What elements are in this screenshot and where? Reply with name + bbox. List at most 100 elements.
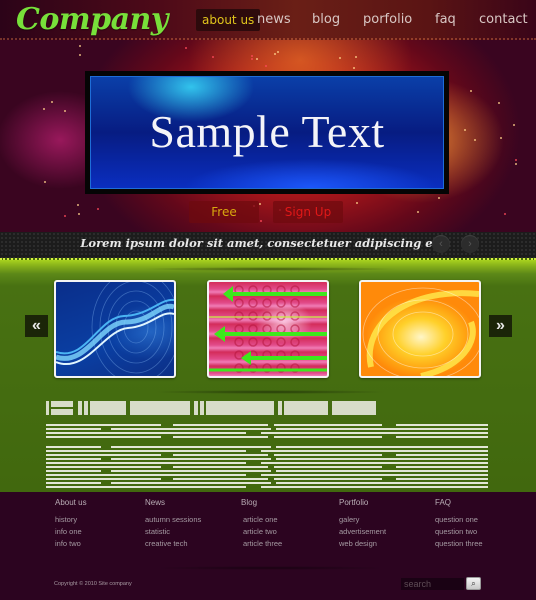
orange-swirl-thumbnail[interactable] bbox=[359, 280, 481, 378]
double-chevron-left-icon: « bbox=[32, 317, 41, 334]
footer-column-portfolio: Portfolio galery advertisement web desig… bbox=[339, 498, 386, 550]
footer-column-blog: Blog article one article two article thr… bbox=[241, 498, 282, 550]
sparkle bbox=[259, 203, 261, 205]
company-logo[interactable]: Company bbox=[16, 2, 168, 37]
pattern-circle bbox=[262, 324, 272, 334]
pattern-circle bbox=[248, 337, 258, 347]
blue-wave-graphic bbox=[56, 282, 174, 376]
sparkle bbox=[51, 101, 53, 103]
pattern-circle bbox=[234, 324, 244, 334]
tagline-prev-button[interactable]: ‹ bbox=[432, 235, 450, 253]
text-line bbox=[46, 424, 161, 426]
search-button[interactable]: ⌕ bbox=[466, 577, 481, 590]
footer-link[interactable]: web design bbox=[339, 538, 386, 550]
text-line bbox=[396, 424, 488, 426]
text-line bbox=[261, 432, 488, 434]
heading-glyph-block bbox=[84, 401, 88, 415]
footer-heading: FAQ bbox=[435, 498, 452, 507]
nav-item-faq[interactable]: faq bbox=[435, 9, 456, 31]
nav-item-news[interactable]: news bbox=[257, 9, 291, 31]
footer-link[interactable]: advertisement bbox=[339, 526, 386, 538]
text-line bbox=[261, 450, 488, 452]
footer-link[interactable]: galery bbox=[339, 514, 386, 526]
pattern-circle bbox=[248, 311, 258, 321]
text-line bbox=[261, 462, 488, 464]
text-line bbox=[111, 482, 271, 484]
footer-link[interactable]: article three bbox=[241, 538, 282, 550]
footer-link[interactable]: history bbox=[55, 514, 87, 526]
magnifier-icon: ⌕ bbox=[471, 579, 476, 588]
text-line bbox=[396, 436, 488, 438]
footer-link[interactable]: creative tech bbox=[145, 538, 201, 550]
footer-link[interactable]: info two bbox=[55, 538, 87, 550]
nav-item-blog[interactable]: blog bbox=[312, 9, 340, 31]
footer-link[interactable]: question three bbox=[435, 538, 483, 550]
text-line bbox=[46, 454, 161, 456]
text-line bbox=[46, 450, 246, 452]
pattern-circle bbox=[262, 298, 272, 308]
heading-glyph-block bbox=[332, 401, 376, 415]
pink-arrows-thumbnail[interactable] bbox=[207, 280, 329, 378]
sparkle bbox=[251, 58, 253, 60]
copyright-text: Copyright © 2010 Site company bbox=[54, 581, 132, 587]
text-line bbox=[46, 432, 246, 434]
sparkle bbox=[251, 55, 253, 57]
footer-link[interactable]: article two bbox=[241, 526, 282, 538]
text-line bbox=[276, 446, 488, 448]
blue-wave-thumbnail[interactable] bbox=[54, 280, 176, 378]
heading-glyph-block bbox=[46, 401, 49, 415]
sparkle bbox=[353, 67, 355, 69]
text-line bbox=[276, 482, 488, 484]
text-line bbox=[46, 470, 101, 472]
top-navigation-bar: Company about us news blog porfolio faq … bbox=[0, 0, 536, 40]
text-line bbox=[46, 466, 161, 468]
sparkle bbox=[44, 181, 46, 183]
tagline-next-button[interactable]: › bbox=[461, 235, 479, 253]
text-line bbox=[173, 436, 268, 438]
footer-heading: About us bbox=[55, 498, 87, 507]
nav-item-contact[interactable]: contact bbox=[479, 9, 528, 31]
heading-glyph-block bbox=[200, 401, 204, 415]
text-line bbox=[46, 462, 246, 464]
text-line bbox=[276, 458, 488, 460]
search-input[interactable] bbox=[401, 578, 464, 590]
sign-up-button[interactable]: Sign Up bbox=[273, 201, 343, 223]
text-line bbox=[46, 474, 246, 476]
heading-glyph-block bbox=[130, 401, 190, 415]
heading-glyph-block bbox=[90, 401, 126, 415]
pattern-circle bbox=[248, 324, 258, 334]
heading-glyph-block bbox=[284, 401, 328, 415]
footer-link[interactable]: question one bbox=[435, 514, 483, 526]
text-line bbox=[111, 470, 271, 472]
text-line bbox=[274, 478, 382, 480]
sparkle bbox=[260, 220, 262, 222]
pattern-circle bbox=[234, 311, 244, 321]
text-line bbox=[111, 458, 271, 460]
footer-link[interactable]: statistic bbox=[145, 526, 201, 538]
nav-item-porfolio[interactable]: porfolio bbox=[363, 9, 412, 31]
footer-link[interactable]: info one bbox=[55, 526, 87, 538]
divider-shadow bbox=[140, 267, 400, 271]
gallery-prev-button[interactable]: « bbox=[25, 315, 48, 337]
sparkle bbox=[504, 213, 506, 215]
heading-glyph-block bbox=[51, 401, 73, 407]
sparkle bbox=[64, 215, 66, 217]
footer-link[interactable]: question two bbox=[435, 526, 483, 538]
banner-text: Sample Text bbox=[149, 106, 385, 157]
sparkle bbox=[438, 197, 440, 199]
sparkle bbox=[356, 202, 358, 204]
sparkle bbox=[78, 213, 80, 215]
text-line bbox=[261, 486, 488, 488]
footer-link[interactable]: autumn sessions bbox=[145, 514, 201, 526]
text-line bbox=[173, 454, 268, 456]
sparkle bbox=[470, 90, 472, 92]
text-line bbox=[274, 454, 382, 456]
nav-item-about-us[interactable]: about us bbox=[196, 9, 261, 31]
sparkle bbox=[265, 65, 267, 67]
gallery-next-button[interactable]: » bbox=[489, 315, 512, 337]
free-button[interactable]: Free bbox=[189, 201, 259, 223]
sparkle bbox=[355, 56, 357, 58]
sparkle bbox=[513, 124, 515, 126]
footer-link[interactable]: article one bbox=[241, 514, 282, 526]
divider-shadow bbox=[150, 566, 390, 570]
